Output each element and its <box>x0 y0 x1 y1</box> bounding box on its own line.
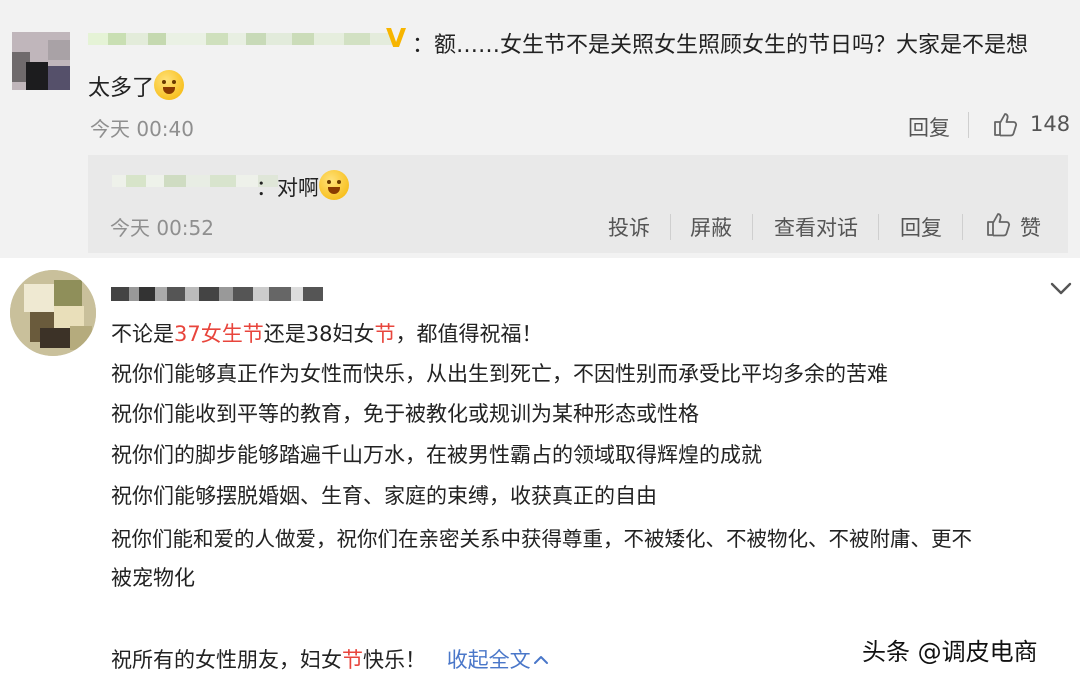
reply-button[interactable]: 回复 <box>908 112 950 142</box>
laugh-cry-emoji-icon <box>154 70 185 100</box>
comment-body-line2: 祝你们能够真正作为女性而快乐，从出生到死亡，不因性别而承受比平均多余的苦难 <box>111 362 888 386</box>
crying-emoji-icon <box>319 170 349 200</box>
divider <box>962 214 963 240</box>
comment-body-line4: 祝你们的脚步能够踏遍千山万水，在被男性霸占的领域取得辉煌的成就 <box>111 443 762 467</box>
chevron-down-icon[interactable] <box>1050 282 1072 296</box>
chevron-up-icon <box>533 656 548 664</box>
comment-body-line7: 被宠物化 <box>111 566 195 590</box>
divider <box>968 112 969 138</box>
reply-button[interactable]: 回复 <box>900 212 942 242</box>
comment-time: 今天 00:40 <box>90 117 194 141</box>
thumbs-up-icon[interactable] <box>985 211 1011 237</box>
reply-time: 今天 00:52 <box>110 216 214 240</box>
blurred-username[interactable] <box>88 33 392 45</box>
comment-body-line6: 祝你们能和爱的人做爱，祝你们在亲密关系中获得尊重，不被矮化、不被物化、不被附庸、… <box>111 527 972 551</box>
reply-box: ：对啊 今天 00:52 投诉 屏蔽 查看对话 回复 赞 <box>88 155 1068 253</box>
avatar[interactable] <box>10 270 96 356</box>
watermark: 头条 @调皮电商 <box>862 638 1038 666</box>
comment-text-line1: ：额……女生节不是关照女生照顾女生的节日吗？大家是不是想 <box>412 33 1029 58</box>
comment-text-line2: 太多了 <box>88 70 185 102</box>
comment-top: V ：额……女生节不是关照女生照顾女生的节日吗？大家是不是想 太多了 今天 00… <box>0 0 1080 258</box>
divider <box>670 214 671 240</box>
reply-text: ：对啊 <box>256 170 349 202</box>
blurred-username[interactable] <box>111 287 323 301</box>
comment-body-line1: 不论是37女生节还是38妇女节，都值得祝福！ <box>111 322 543 346</box>
like-button-label[interactable]: 赞 <box>1020 212 1041 242</box>
block-button[interactable]: 屏蔽 <box>690 212 732 242</box>
collapse-button[interactable]: 收起全文 <box>447 648 549 672</box>
avatar[interactable] <box>12 32 70 90</box>
comment-body-line3: 祝你们能收到平等的教育，免于被教化或规训为某种形态或性格 <box>111 402 699 426</box>
like-count: 148 <box>1030 112 1071 136</box>
thumbs-up-icon[interactable] <box>992 111 1018 137</box>
comment-body-line5: 祝你们能够摆脱婚姻、生育、家庭的束缚，收获真正的自由 <box>111 484 657 508</box>
comment-body-line8: 祝所有的女性朋友，妇女节快乐！ 收起全文 <box>111 644 549 674</box>
divider <box>752 214 753 240</box>
blurred-reply-username[interactable] <box>112 175 278 187</box>
view-conversation-button[interactable]: 查看对话 <box>774 212 858 242</box>
divider <box>878 214 879 240</box>
report-button[interactable]: 投诉 <box>608 212 650 242</box>
vip-badge: V <box>386 24 407 54</box>
